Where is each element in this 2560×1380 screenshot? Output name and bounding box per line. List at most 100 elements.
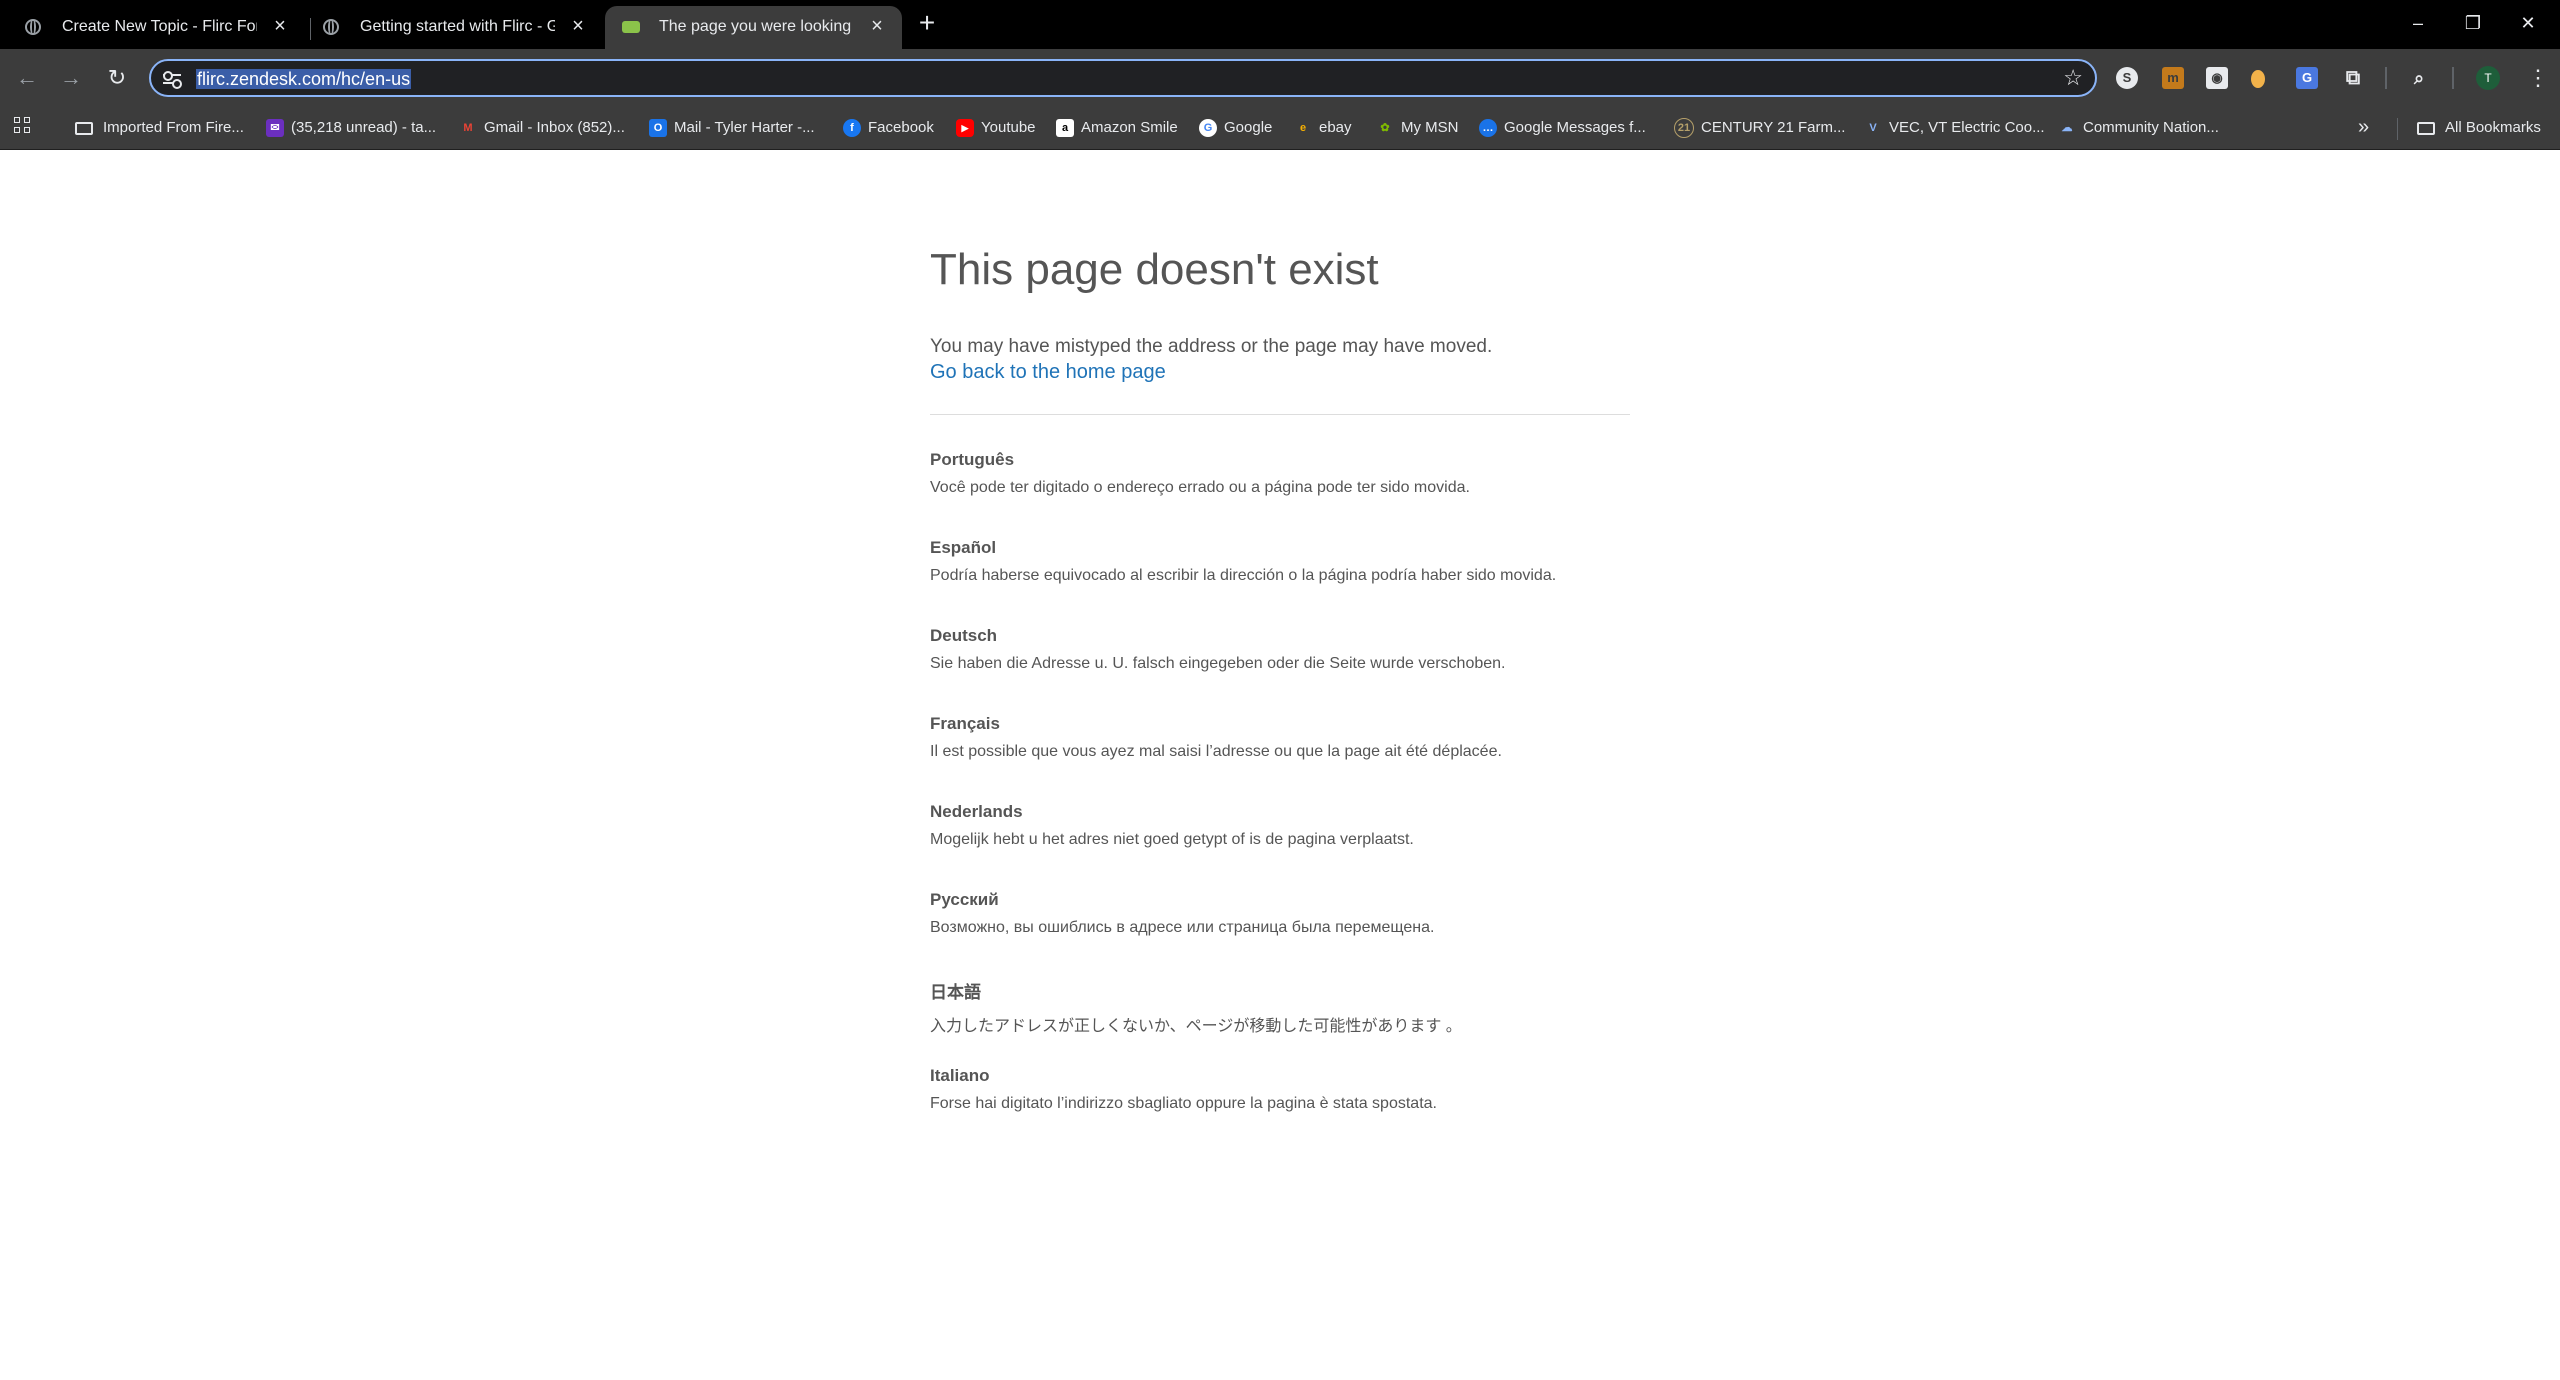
language-name: Français — [930, 714, 1000, 733]
bookmark-vec[interactable]: V VEC, VT Electric Coo... — [1864, 117, 2045, 139]
bookmarks-separator — [2397, 118, 2398, 140]
bookmark-youtube[interactable]: ▶ Youtube — [956, 117, 1036, 139]
language-name: Español — [930, 538, 997, 557]
bookmark-label: Google — [1224, 119, 1273, 136]
language-text: Il est possible que vous ayez mal saisi … — [930, 743, 1502, 760]
bookmark-my-msn[interactable]: ✿ My MSN — [1376, 117, 1459, 139]
back-arrow-icon[interactable]: ← — [13, 64, 41, 92]
tab-getting-started[interactable]: Getting started with Flirc - Getting sta… — [306, 6, 603, 49]
screenshot-extension-icon[interactable]: ◉ — [2206, 67, 2228, 89]
honey-extension-icon[interactable]: m — [2162, 67, 2184, 89]
forward-arrow-icon[interactable]: → — [57, 64, 85, 92]
search-tabs-icon[interactable]: ⌕ — [2408, 67, 2430, 89]
vec-icon: V — [1864, 119, 1882, 138]
language-block-spanish: Español Podría haberse equivocado al esc… — [930, 538, 1650, 585]
close-icon[interactable]: × — [567, 15, 589, 37]
sticky-note-extension-icon[interactable] — [2251, 70, 2265, 88]
restore-icon[interactable]: ❐ — [2453, 8, 2493, 38]
bookmark-google[interactable]: G Google — [1199, 117, 1272, 139]
site-settings-icon[interactable] — [161, 68, 183, 90]
url-text[interactable]: flirc.zendesk.com/hc/en-us — [196, 69, 412, 89]
bookmark-century21[interactable]: 21 CENTURY 21 Farm... — [1674, 117, 1845, 139]
language-text: 入力したアドレスが正しくないか、ページが移動した可能性があります 。 — [930, 1018, 1462, 1035]
language-text: Você pode ter digitado o endereço errado… — [930, 479, 1470, 496]
error-description: You may have mistyped the address or the… — [930, 336, 1493, 357]
language-text: Forse hai digitato l’indirizzo sbagliato… — [930, 1095, 1437, 1112]
language-name: Deutsch — [930, 626, 998, 645]
flirc-favicon-icon — [622, 21, 640, 33]
language-name: Português — [930, 450, 1015, 469]
bookmark-label: Gmail - Inbox (852)... — [484, 119, 625, 136]
tab-create-new-topic[interactable]: Create New Topic - Flirc Forums × — [8, 6, 305, 49]
folder-icon — [2417, 121, 2435, 135]
toolbar-separator — [2452, 67, 2454, 89]
new-tab-button[interactable]: + — [913, 9, 941, 38]
language-text: Возможно, вы ошиблись в адресе или стран… — [930, 919, 1435, 936]
minimize-icon[interactable]: – — [2398, 8, 2438, 38]
bookmark-yahoo-mail[interactable]: ✉ (35,218 unread) - ta... — [266, 117, 436, 139]
reload-icon[interactable]: ↻ — [103, 64, 131, 92]
bookmark-label: Community Nation... — [2083, 119, 2219, 136]
language-block-french: Français Il est possible que vous ayez m… — [930, 714, 1650, 761]
community-icon: ☁ — [2058, 119, 2076, 138]
tab-title: Create New Topic - Flirc Forums — [62, 18, 257, 35]
tab-strip: Create New Topic - Flirc Forums × Gettin… — [0, 0, 2560, 49]
close-icon[interactable]: × — [269, 15, 291, 37]
youtube-icon: ▶ — [956, 119, 974, 138]
more-menu-icon[interactable]: ⋮ — [2527, 64, 2549, 92]
folder-icon — [75, 121, 93, 135]
language-name: Italiano — [930, 1066, 990, 1085]
language-block-japanese: 日本語 入力したアドレスが正しくないか、ページが移動した可能性があります 。 — [930, 978, 1650, 1036]
bookmark-label: (35,218 unread) - ta... — [291, 119, 437, 136]
globe-icon — [323, 19, 339, 35]
language-block-italian: Italiano Forse hai digitato l’indirizzo … — [930, 1066, 1650, 1113]
home-page-link[interactable]: Go back to the home page — [930, 361, 1166, 384]
outlook-icon: O — [649, 119, 667, 138]
browser-toolbar: ← → ↻ flirc.zendesk.com/hc/en-us ☆ S m ◉… — [0, 49, 2560, 106]
yahoo-mail-icon: ✉ — [266, 119, 284, 138]
bookmark-facebook[interactable]: f Facebook — [843, 117, 934, 139]
apps-grid-icon[interactable] — [14, 117, 34, 137]
facebook-icon: f — [843, 119, 861, 138]
profile-avatar[interactable]: T — [2476, 66, 2500, 90]
all-bookmarks-button[interactable]: All Bookmarks — [2417, 117, 2541, 139]
bookmark-amazon-smile[interactable]: a Amazon Smile — [1056, 117, 1178, 139]
bookmark-ebay[interactable]: e ebay — [1294, 117, 1352, 139]
amazon-icon: a — [1056, 119, 1074, 138]
window-close-icon[interactable]: ✕ — [2508, 8, 2548, 38]
tab-page-not-found[interactable]: The page you were looking for doesn't ex… — [605, 6, 902, 49]
tab-title: Getting started with Flirc - Getting sta… — [360, 18, 555, 35]
language-text: Mogelijk hebt u het adres niet goed gety… — [930, 831, 1414, 848]
bookmark-community-nation[interactable]: ☁ Community Nation... — [2058, 117, 2219, 139]
all-bookmarks-label: All Bookmarks — [2445, 119, 2541, 136]
century21-icon: 21 — [1674, 118, 1694, 139]
address-bar[interactable]: flirc.zendesk.com/hc/en-us ☆ — [149, 59, 2097, 97]
translate-extension-icon[interactable]: G — [2296, 67, 2318, 89]
language-block-german: Deutsch Sie haben die Adresse u. U. fals… — [930, 626, 1650, 673]
msn-icon: ✿ — [1376, 119, 1394, 138]
google-icon: G — [1199, 119, 1217, 138]
bookmark-label: My MSN — [1401, 119, 1459, 136]
language-name: 日本語 — [930, 983, 981, 1002]
skype-extension-icon[interactable]: S — [2116, 67, 2138, 89]
extensions-puzzle-icon[interactable]: ⧉ — [2342, 67, 2364, 89]
bookmark-google-messages[interactable]: … Google Messages f... — [1479, 117, 1646, 139]
language-name: Русский — [930, 890, 999, 909]
language-text: Podría haberse equivocado al escribir la… — [930, 567, 1557, 584]
bookmark-star-icon[interactable]: ☆ — [2063, 66, 2083, 90]
language-block-russian: Русский Возможно, вы ошиблись в адресе и… — [930, 890, 1650, 937]
messages-icon: … — [1479, 119, 1497, 138]
bookmark-gmail[interactable]: M Gmail - Inbox (852)... — [459, 117, 625, 139]
bookmark-imported-from-firefox[interactable]: Imported From Fire... — [75, 117, 244, 139]
globe-icon — [25, 19, 41, 35]
close-icon[interactable]: × — [866, 15, 888, 37]
bookmark-label: Facebook — [868, 119, 934, 136]
gmail-icon: M — [459, 119, 477, 138]
bookmark-label: VEC, VT Electric Coo... — [1889, 119, 2045, 136]
bookmark-outlook-mail[interactable]: O Mail - Tyler Harter -... — [649, 117, 815, 139]
bookmarks-bar: Imported From Fire... ✉ (35,218 unread) -… — [0, 106, 2560, 150]
bookmark-label: ebay — [1319, 119, 1352, 136]
language-text: Sie haben die Adresse u. U. falsch einge… — [930, 655, 1506, 672]
bookmark-label: Imported From Fire... — [103, 119, 244, 136]
more-bookmarks-chevron-icon[interactable]: » — [2358, 116, 2369, 138]
